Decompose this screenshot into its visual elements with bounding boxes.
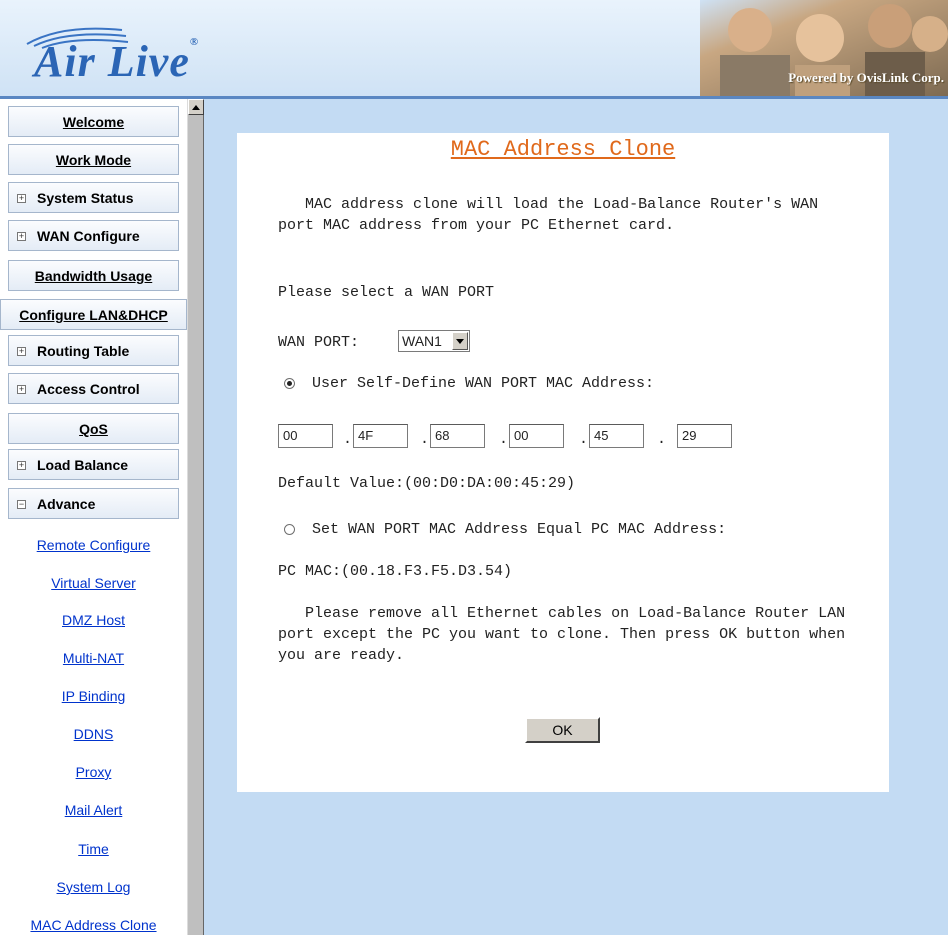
sidebar-link-dmz-host[interactable]: DMZ Host [0, 612, 187, 628]
sidebar-item-access-control[interactable]: + Access Control [8, 373, 179, 404]
sidebar-item-label: QoS [79, 421, 108, 437]
mac-separator: . [343, 431, 353, 448]
sidebar-item-configure-lan-dhcp[interactable]: Configure LAN&DHCP [0, 299, 187, 330]
pc-mac-text: PC MAC:(00.18.F3.F5.D3.54) [278, 563, 513, 580]
page-title: MAC Address Clone [450, 137, 676, 162]
sidebar-item-load-balance[interactable]: + Load Balance [8, 449, 179, 480]
expand-plus-icon[interactable]: + [17, 194, 26, 203]
wan-port-select-value: WAN1 [402, 333, 442, 349]
expand-plus-icon[interactable]: + [17, 232, 26, 241]
mac-field-4[interactable]: 00 [509, 424, 564, 448]
sidebar-link-virtual-server[interactable]: Virtual Server [0, 575, 187, 591]
sidebar-item-label: Welcome [62, 114, 125, 130]
option-user-self-define-label: User Self-Define WAN PORT MAC Address: [312, 375, 655, 392]
sidebar-item-welcome[interactable]: Welcome [8, 106, 179, 137]
sidebar-item-label: Advance [37, 496, 96, 512]
default-value-text: Default Value:(00:D0:DA:00:45:29) [278, 475, 576, 492]
sidebar-item-label: WAN Configure [37, 228, 140, 244]
mac-field-6[interactable]: 29 [677, 424, 732, 448]
mac-field-1[interactable]: 00 [278, 424, 333, 448]
expand-plus-icon[interactable]: + [17, 461, 26, 470]
mac-separator: . [420, 431, 430, 448]
sidebar-item-label: Routing Table [37, 343, 130, 359]
expand-plus-icon[interactable]: + [17, 385, 26, 394]
expand-plus-icon[interactable]: + [17, 347, 26, 356]
radio-user-self-define[interactable] [284, 378, 295, 389]
mac-field-2[interactable]: 4F [353, 424, 408, 448]
mac-field-5[interactable]: 45 [589, 424, 644, 448]
sidebar-link-ip-binding[interactable]: IP Binding [0, 688, 187, 704]
mac-separator: . [657, 431, 667, 448]
wan-port-select[interactable]: WAN1 [398, 330, 470, 352]
sidebar-item-label: System Status [37, 190, 134, 206]
sidebar-item-wan-configure[interactable]: + WAN Configure [8, 220, 179, 251]
header-banner: Air Live® Powered by OvisLink Corp. [0, 0, 948, 96]
collapse-minus-icon[interactable]: − [17, 500, 26, 509]
select-prompt-text: Please select a WAN PORT [278, 284, 495, 301]
mac-field-3[interactable]: 68 [430, 424, 485, 448]
sidebar-link-ddns[interactable]: DDNS [0, 726, 187, 742]
sidebar-link-time[interactable]: Time [0, 841, 187, 857]
wan-port-label: WAN PORT: [278, 334, 360, 351]
dropdown-arrow-icon[interactable] [452, 332, 468, 350]
sidebar-link-proxy[interactable]: Proxy [0, 764, 187, 780]
sidebar: Welcome Work Mode + System Status + WAN Co… [0, 99, 188, 935]
sidebar-item-advance[interactable]: − Advance [8, 488, 179, 519]
sidebar-item-label: Access Control [37, 381, 140, 397]
sidebar-item-system-status[interactable]: + System Status [8, 182, 179, 213]
sidebar-item-qos[interactable]: QoS [8, 413, 179, 444]
sidebar-item-label: Work Mode [55, 152, 132, 168]
mac-separator: . [579, 431, 589, 448]
sidebar-item-label: Configure LAN&DHCP [19, 307, 168, 323]
sidebar-link-system-log[interactable]: System Log [0, 879, 187, 895]
sidebar-link-mail-alert[interactable]: Mail Alert [0, 802, 187, 818]
sidebar-scrollbar[interactable] [187, 99, 204, 935]
powered-by-text: Powered by OvisLink Corp. [788, 70, 944, 85]
sidebar-link-remote-configure[interactable]: Remote Configure [0, 537, 187, 553]
intro-text: MAC address clone will load the Load-Bal… [278, 196, 828, 234]
sidebar-link-multi-nat[interactable]: Multi-NAT [0, 650, 187, 666]
option-equal-pc-mac-label: Set WAN PORT MAC Address Equal PC MAC Ad… [312, 521, 727, 538]
mac-clone-panel: MAC Address Clone MAC address clone will… [237, 133, 889, 792]
sidebar-item-work-mode[interactable]: Work Mode [8, 144, 179, 175]
scroll-up-arrow-icon[interactable] [188, 99, 204, 115]
sidebar-item-label: Load Balance [37, 457, 129, 473]
sidebar-link-mac-address-clone[interactable]: MAC Address Clone [0, 917, 187, 933]
note-text: Please remove all Ethernet cables on Loa… [278, 605, 855, 664]
ok-button[interactable]: OK [525, 717, 600, 743]
sidebar-item-routing-table[interactable]: + Routing Table [8, 335, 179, 366]
mac-separator: . [499, 431, 509, 448]
sidebar-item-bandwidth-usage[interactable]: Bandwidth Usage [8, 260, 179, 291]
logo-text: Air Live® [34, 36, 200, 86]
sidebar-item-label: Bandwidth Usage [34, 268, 153, 284]
